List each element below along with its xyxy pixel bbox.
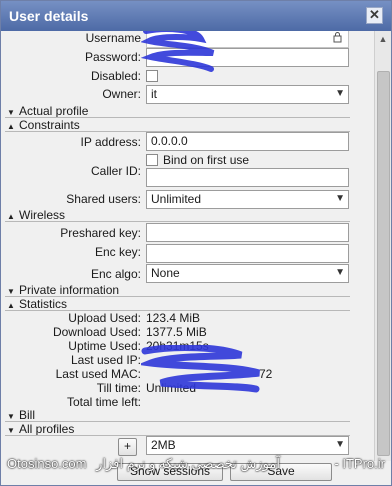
section-wireless-label: Wireless <box>19 208 66 222</box>
preshared-key-field[interactable] <box>146 223 349 242</box>
watermark-right: - ITPro.ir <box>334 456 385 471</box>
form-content: Username Password: Disabled: Owner: it ▼… <box>1 31 374 461</box>
caller-id-label: Caller ID: <box>90 164 141 178</box>
username-field[interactable] <box>146 31 349 48</box>
user-details-window: User details ✕ Username Password: Disabl… <box>0 0 392 486</box>
watermark-left: Otosinso.com <box>7 456 87 471</box>
download-used-label: Download Used: <box>52 325 141 339</box>
owner-label: Owner: <box>102 87 141 101</box>
dropdown-arrow-icon: ▼ <box>335 88 345 99</box>
vertical-scrollbar[interactable]: ▲ <box>374 31 391 461</box>
watermark: Otosinso.com آموزش تخصصی شبکه و نرم افزا… <box>1 456 392 472</box>
disabled-checkbox[interactable] <box>146 70 158 82</box>
section-divider <box>5 221 350 222</box>
lock-icon <box>333 32 342 43</box>
username-label: Username <box>85 31 141 45</box>
owner-select[interactable]: it ▼ <box>146 85 349 104</box>
caller-id-field[interactable] <box>146 168 349 187</box>
till-time-value: Unlimited <box>146 381 197 395</box>
ip-address-value: 0.0.0.0 <box>151 134 188 148</box>
enc-algo-label: Enc algo: <box>90 267 141 281</box>
password-field[interactable] <box>146 48 349 67</box>
total-time-left-label: Total time left: <box>66 395 141 409</box>
watermark-middle: آموزش تخصصی شبکه و نرم افزار <box>96 456 280 471</box>
owner-value: it <box>151 87 157 101</box>
last-used-ip-label: Last used IP: <box>70 353 141 367</box>
last-used-mac-value: 72 <box>259 367 273 381</box>
download-used-value: 1377.5 MiB <box>146 325 207 339</box>
title-bar[interactable]: User details ✕ <box>1 1 391 31</box>
scroll-thumb[interactable] <box>377 71 390 456</box>
bind-first-use-label: Bind on first use <box>163 153 250 167</box>
enc-key-field[interactable] <box>146 244 349 263</box>
section-bill-label: Bill <box>19 408 36 422</box>
dropdown-arrow-icon: ▼ <box>335 193 345 204</box>
close-icon: ✕ <box>369 7 380 22</box>
password-label: Password: <box>84 50 141 64</box>
upload-used-label: Upload Used: <box>68 311 141 325</box>
enc-algo-select[interactable]: None ▼ <box>146 264 349 283</box>
uptime-used-value: 20h31m15s <box>146 339 209 353</box>
profile-value: 2MB <box>151 438 176 452</box>
shared-users-value: Unlimited <box>151 192 202 206</box>
section-all-profiles-label: All profiles <box>19 422 75 436</box>
section-private-information-label: Private information <box>19 283 120 297</box>
uptime-used-label: Uptime Used: <box>68 339 141 353</box>
window-title: User details <box>9 8 89 24</box>
enc-key-label: Enc key: <box>94 245 141 259</box>
add-profile-button[interactable]: + <box>118 438 137 456</box>
till-time-label: Till time: <box>96 381 141 395</box>
ip-address-field[interactable]: 0.0.0.0 <box>146 132 349 151</box>
disabled-label: Disabled: <box>90 69 141 83</box>
section-constraints-label: Constraints <box>19 118 80 132</box>
section-actual-profile-label: Actual profile <box>19 104 89 118</box>
upload-used-value: 123.4 MiB <box>146 311 201 325</box>
shared-users-select[interactable]: Unlimited ▼ <box>146 190 349 209</box>
close-button[interactable]: ✕ <box>366 7 383 24</box>
shared-users-label: Shared users: <box>66 192 141 206</box>
section-statistics-label: Statistics <box>19 297 68 311</box>
bind-first-use-checkbox[interactable] <box>146 154 158 166</box>
preshared-key-label: Preshared key: <box>60 226 141 240</box>
profile-select[interactable]: 2MB ▼ <box>146 436 349 455</box>
dropdown-arrow-icon: ▼ <box>335 439 345 450</box>
scroll-up-icon[interactable]: ▲ <box>375 31 391 47</box>
last-used-mac-label: Last used MAC: <box>55 367 141 381</box>
enc-algo-value: None <box>151 266 180 280</box>
dropdown-arrow-icon: ▼ <box>335 267 345 278</box>
ip-address-label: IP address: <box>80 135 141 149</box>
